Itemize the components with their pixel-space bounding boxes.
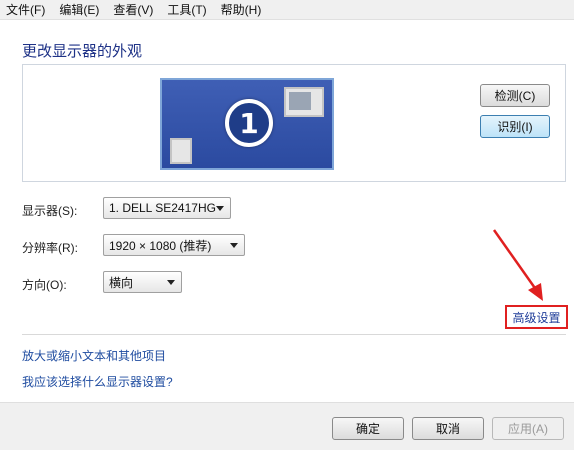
page-title: 更改显示器的外观: [22, 43, 143, 60]
display-select-value: 1. DELL SE2417HG: [109, 201, 216, 215]
apply-button[interactable]: 应用(A): [492, 417, 564, 440]
window-thumbnail-small-icon: [170, 138, 192, 164]
display-select[interactable]: 1. DELL SE2417HG: [103, 197, 231, 219]
divider: [22, 334, 566, 335]
identify-button[interactable]: 识别(I): [480, 115, 550, 138]
display-settings-help-link[interactable]: 我应该选择什么显示器设置?: [22, 373, 173, 390]
dropdown-arrow-icon: [167, 280, 175, 285]
advanced-settings-link[interactable]: 高级设置: [505, 305, 568, 329]
resolution-label: 分辨率(R):: [22, 241, 78, 255]
monitor-preview-panel: 1 检测(C) 识别(I): [22, 64, 566, 182]
menu-help[interactable]: 帮助(H): [221, 1, 262, 18]
dropdown-arrow-icon: [230, 243, 238, 248]
monitor-1-preview[interactable]: 1: [160, 78, 334, 170]
menu-edit[interactable]: 编辑(E): [59, 1, 99, 18]
menu-file[interactable]: 文件(F): [6, 1, 45, 18]
menu-view[interactable]: 查看(V): [113, 1, 153, 18]
detect-button[interactable]: 检测(C): [480, 84, 550, 107]
dialog-footer: 确定 取消 应用(A): [0, 402, 574, 450]
cancel-button[interactable]: 取消: [412, 417, 484, 440]
monitor-number-badge: 1: [225, 99, 273, 147]
display-label: 显示器(S):: [22, 204, 78, 218]
menu-bar: 文件(F) 编辑(E) 查看(V) 工具(T) 帮助(H): [0, 0, 574, 20]
dropdown-arrow-icon: [216, 206, 224, 211]
orientation-label: 方向(O):: [22, 278, 67, 292]
orientation-select-value: 横向: [109, 275, 134, 290]
window-thumbnail-icon: [284, 87, 324, 117]
resolution-select-value: 1920 × 1080 (推荐): [109, 238, 212, 253]
text-size-link[interactable]: 放大或缩小文本和其他项目: [22, 347, 166, 364]
orientation-select[interactable]: 横向: [103, 271, 182, 293]
menu-tools[interactable]: 工具(T): [167, 1, 206, 18]
resolution-select[interactable]: 1920 × 1080 (推荐): [103, 234, 245, 256]
ok-button[interactable]: 确定: [332, 417, 404, 440]
